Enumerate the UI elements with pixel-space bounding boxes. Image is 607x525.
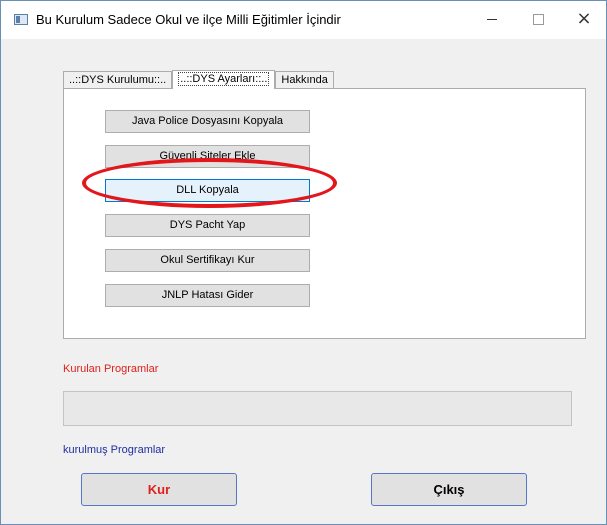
- add-trusted-sites-button[interactable]: Güvenli Siteler Ekle: [105, 145, 310, 168]
- title-bar: Bu Kurulum Sadece Okul ve ilçe Milli Eği…: [1, 1, 606, 39]
- window-title: Bu Kurulum Sadece Okul ve ilçe Milli Eği…: [36, 12, 341, 27]
- java-policy-copy-button[interactable]: Java Police Dosyasını Kopyala: [105, 110, 310, 133]
- install-button[interactable]: Kur: [81, 473, 237, 506]
- app-window: Bu Kurulum Sadece Okul ve ilçe Milli Eği…: [0, 0, 607, 525]
- app-icon: [14, 14, 28, 25]
- tab-label: ..::DYS Kurulumu::..: [69, 74, 167, 86]
- minimize-icon: [487, 18, 497, 20]
- maximize-button[interactable]: [515, 1, 561, 37]
- fix-jnlp-error-button[interactable]: JNLP Hatası Gider: [105, 284, 310, 307]
- installed-programs-label: Kurulan Programlar: [63, 363, 159, 375]
- tab-strip: ..::DYS Kurulumu::.. ..::DYS Ayarları::.…: [63, 70, 334, 89]
- maximize-icon: [532, 13, 544, 25]
- close-icon: ×: [576, 8, 592, 29]
- tab-label: Hakkında: [281, 74, 328, 86]
- dll-copy-button[interactable]: DLL Kopyala: [105, 179, 310, 202]
- dys-patch-button[interactable]: DYS Pacht Yap: [105, 214, 310, 237]
- tab-label: ..::DYS Ayarları::..: [178, 72, 270, 86]
- tab-dys-kurulumu[interactable]: ..::DYS Kurulumu::..: [63, 71, 173, 88]
- close-button[interactable]: ×: [561, 1, 607, 37]
- exit-button[interactable]: Çıkış: [371, 473, 527, 506]
- install-school-certificate-button[interactable]: Okul Sertifikayı Kur: [105, 249, 310, 272]
- tab-panel-dys-ayarlari: Java Police Dosyasını Kopyala Güvenli Si…: [63, 88, 586, 339]
- minimize-button[interactable]: [469, 1, 515, 37]
- installed-programs-list[interactable]: [63, 391, 572, 426]
- tab-hakkinda[interactable]: Hakkında: [275, 71, 334, 88]
- installed-programs-label-2: kurulmuş Programlar: [63, 444, 166, 456]
- tab-dys-ayarlari[interactable]: ..::DYS Ayarları::..: [172, 70, 276, 89]
